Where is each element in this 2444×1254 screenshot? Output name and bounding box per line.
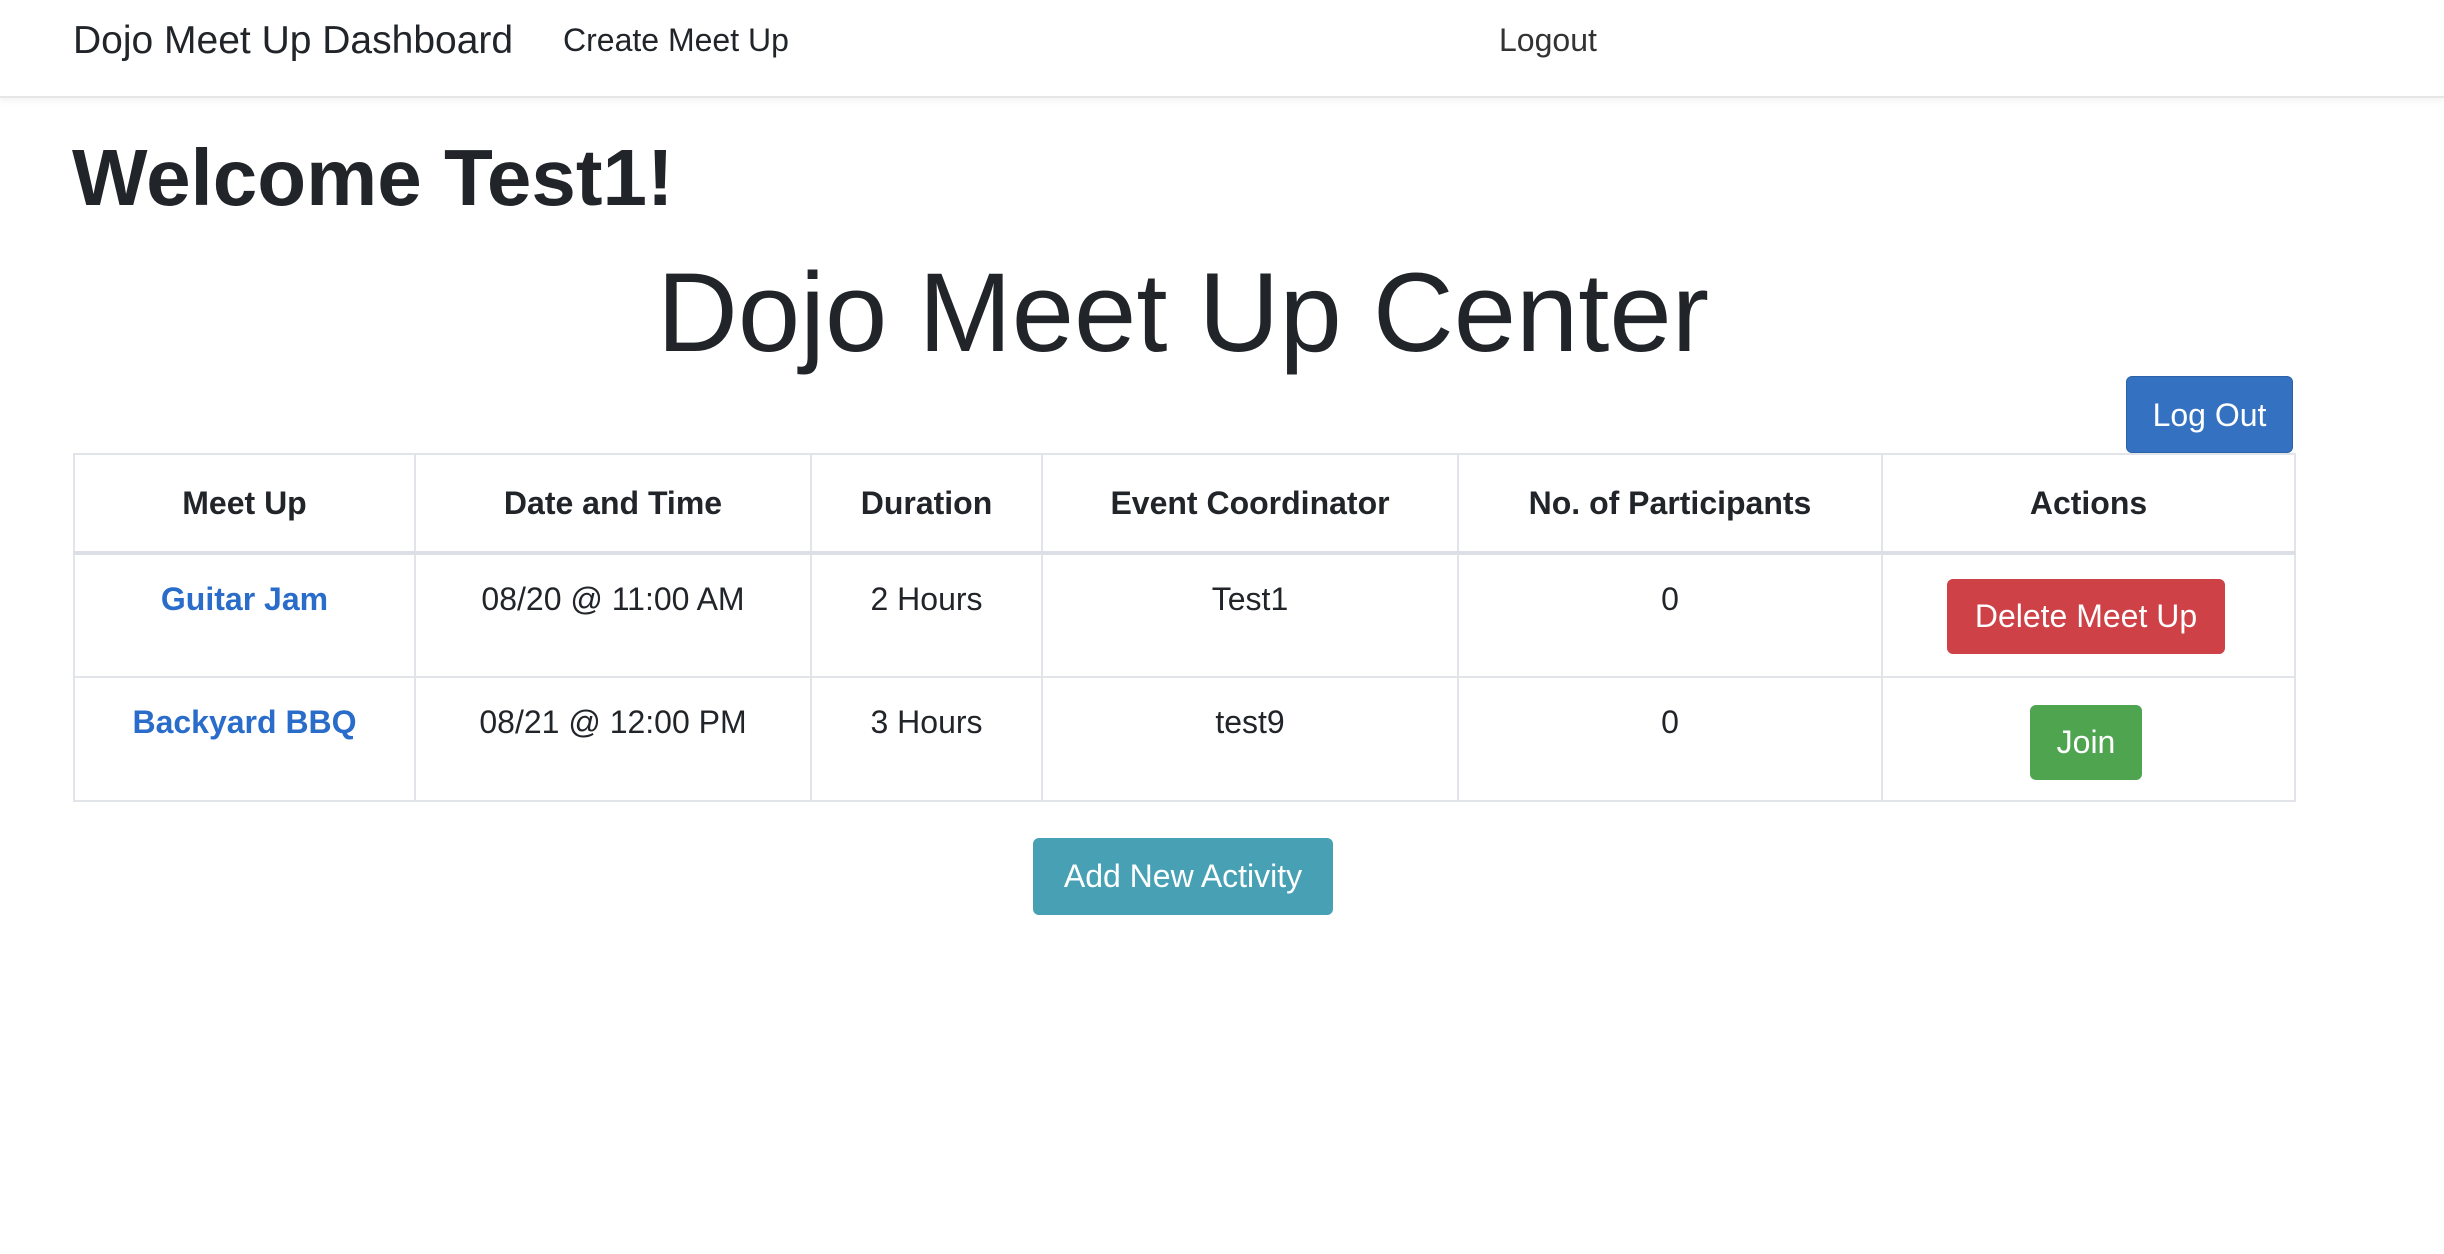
duration-cell: 3 Hours <box>810 676 1043 802</box>
duration-cell: 2 Hours <box>810 552 1043 678</box>
create-meetup-link[interactable]: Create Meet Up <box>563 20 789 60</box>
column-header-participants: No. of Participants <box>1457 453 1883 555</box>
datetime-cell: 08/20 @ 11:00 AM <box>414 552 812 678</box>
column-header-coordinator: Event Coordinator <box>1041 453 1459 555</box>
welcome-heading: Welcome Test1! <box>72 133 674 222</box>
column-header-meetup: Meet Up <box>73 453 416 555</box>
column-header-actions: Actions <box>1881 453 2296 555</box>
navbar-brand[interactable]: Dojo Meet Up Dashboard <box>73 18 513 64</box>
column-header-datetime: Date and Time <box>414 453 812 555</box>
delete-meetup-button[interactable]: Delete Meet Up <box>1947 579 2225 654</box>
column-header-duration: Duration <box>810 453 1043 555</box>
meetup-link-guitar-jam[interactable]: Guitar Jam <box>161 581 328 617</box>
coordinator-cell: Test1 <box>1041 552 1459 678</box>
join-button[interactable]: Join <box>2030 705 2142 780</box>
logout-link[interactable]: Logout <box>1499 20 1597 60</box>
log-out-button[interactable]: Log Out <box>2126 376 2293 453</box>
page-title: Dojo Meet Up Center <box>656 250 1710 375</box>
meetup-cell: Backyard BBQ <box>73 676 416 802</box>
datetime-cell: 08/21 @ 12:00 PM <box>414 676 812 802</box>
meetup-link-backyard-bbq[interactable]: Backyard BBQ <box>132 704 356 740</box>
coordinator-cell: test9 <box>1041 676 1459 802</box>
participants-cell: 0 <box>1457 676 1883 802</box>
navbar: Dojo Meet Up Dashboard Create Meet Up Lo… <box>0 0 2444 98</box>
add-new-activity-button[interactable]: Add New Activity <box>1033 838 1333 915</box>
meetup-cell: Guitar Jam <box>73 552 416 678</box>
table-row: Backyard BBQ 08/21 @ 12:00 PM 3 Hours te… <box>73 676 2296 802</box>
participants-cell: 0 <box>1457 552 1883 678</box>
table-header-row: Meet Up Date and Time Duration Event Coo… <box>73 453 2296 555</box>
